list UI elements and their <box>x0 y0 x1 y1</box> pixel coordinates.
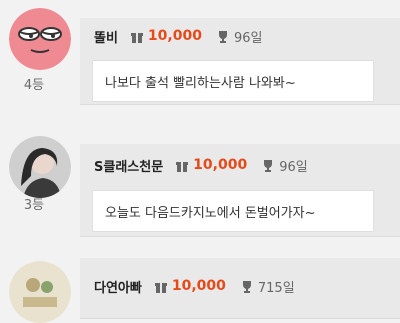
attendance-days: 715일 <box>257 280 295 296</box>
avatar[interactable] <box>9 261 71 323</box>
nickname[interactable]: S클래스천문 <box>94 156 163 175</box>
points-value: 10,000 <box>171 278 226 294</box>
attendance-entry: 3등 S클래스천문 10,000 96일 오늘도 다음드카지노에서 돈벌어가자~ <box>0 118 400 250</box>
nickname[interactable]: 다연아빠 <box>94 277 142 296</box>
trophy-icon <box>261 158 275 172</box>
entry-card: 똘비 10,000 96일 나보다 출석 빨리하는사람 나와봐~ <box>80 18 400 105</box>
entry-meta: 다연아빠 10,000 715일 <box>94 276 295 296</box>
rank-label: 4등 <box>23 78 45 93</box>
gift-icon <box>175 158 189 172</box>
pink-face-avatar-icon <box>9 8 71 70</box>
attendance-days: 96일 <box>233 30 263 46</box>
rank-label: 3등 <box>23 198 45 213</box>
entry-meta: 똘비 10,000 96일 <box>94 26 262 46</box>
trophy-icon <box>240 279 254 293</box>
gift-icon <box>130 29 144 43</box>
attendance-entry: 4등 똘비 10,000 96일 나보다 출석 빨리하는사람 나와봐~ <box>0 0 400 118</box>
attendance-message: 나보다 출석 빨리하는사람 나와봐~ <box>92 60 374 102</box>
user-photo-avatar-icon <box>9 136 71 198</box>
trophy-icon <box>216 29 230 43</box>
attendance-entry: 다연아빠 10,000 715일 <box>0 250 400 323</box>
illustration-avatar-icon <box>9 261 71 323</box>
entry-card: 다연아빠 10,000 715일 <box>80 258 400 319</box>
entry-meta: S클래스천문 10,000 96일 <box>94 155 308 175</box>
avatar[interactable] <box>9 8 71 70</box>
attendance-message: 오늘도 다음드카지노에서 돈벌어가자~ <box>92 190 374 232</box>
points-value: 10,000 <box>147 28 202 44</box>
gift-icon <box>154 279 168 293</box>
nickname[interactable]: 똘비 <box>94 27 118 46</box>
attendance-days: 96일 <box>279 159 308 175</box>
entry-card: S클래스천문 10,000 96일 오늘도 다음드카지노에서 돈벌어가자~ <box>80 144 400 237</box>
points-value: 10,000 <box>193 157 248 173</box>
avatar[interactable] <box>9 136 71 198</box>
